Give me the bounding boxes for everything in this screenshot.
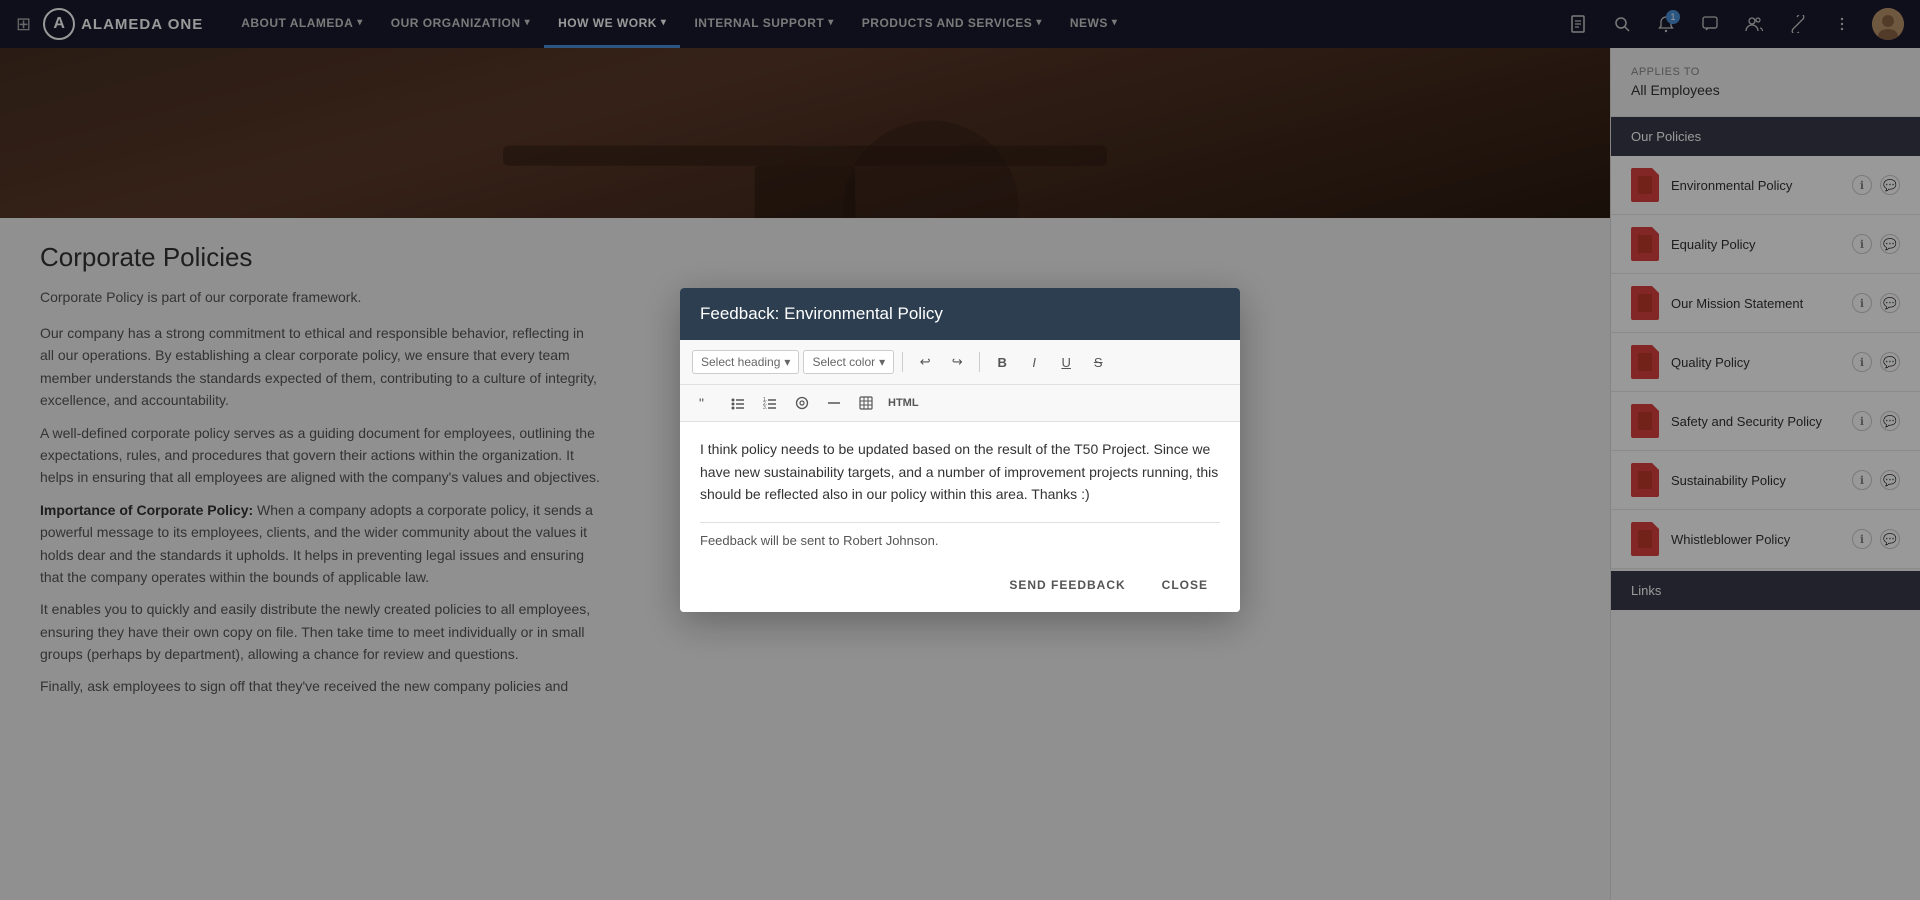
strikethrough-button[interactable]: S	[1084, 348, 1112, 376]
table-button[interactable]	[852, 389, 880, 417]
heading-select-label: Select heading	[701, 355, 780, 369]
svg-text:3.: 3.	[763, 405, 767, 410]
bullet-list-button[interactable]	[724, 389, 752, 417]
modal-body[interactable]: I think policy needs to be updated based…	[680, 422, 1240, 521]
color-select-label: Select color	[812, 355, 875, 369]
bold-button[interactable]: B	[988, 348, 1016, 376]
modal-header: Feedback: Environmental Policy	[680, 288, 1240, 340]
divider-button[interactable]	[820, 389, 848, 417]
close-button[interactable]: CLOSE	[1150, 572, 1220, 598]
send-feedback-button[interactable]: SEND FEEDBACK	[997, 572, 1137, 598]
redo-button[interactable]: ↪	[943, 348, 971, 376]
embed-button[interactable]	[788, 389, 816, 417]
svg-text:": "	[699, 396, 704, 410]
modal-toolbar-row1: Select heading ▾ Select color ▾ ↩ ↪ B I …	[680, 340, 1240, 385]
heading-select[interactable]: Select heading ▾	[692, 350, 799, 374]
underline-button[interactable]: U	[1052, 348, 1080, 376]
chevron-down-icon: ▾	[784, 355, 790, 369]
toolbar-divider	[902, 352, 903, 372]
feedback-modal: Feedback: Environmental Policy Select he…	[680, 288, 1240, 611]
html-button[interactable]: HTML	[884, 389, 923, 417]
undo-button[interactable]: ↩	[911, 348, 939, 376]
color-select[interactable]: Select color ▾	[803, 350, 894, 374]
toolbar-divider	[979, 352, 980, 372]
quote-button[interactable]: "	[692, 389, 720, 417]
chevron-down-icon: ▾	[879, 355, 885, 369]
modal-toolbar-row2: " 1. 2. 3.	[680, 385, 1240, 422]
modal-feedback-note: Feedback will be sent to Robert Johnson.	[680, 523, 1240, 558]
numbered-list-button[interactable]: 1. 2. 3.	[756, 389, 784, 417]
italic-button[interactable]: I	[1020, 348, 1048, 376]
modal-footer: SEND FEEDBACK CLOSE	[680, 558, 1240, 612]
modal-overlay[interactable]: Feedback: Environmental Policy Select he…	[0, 0, 1920, 900]
